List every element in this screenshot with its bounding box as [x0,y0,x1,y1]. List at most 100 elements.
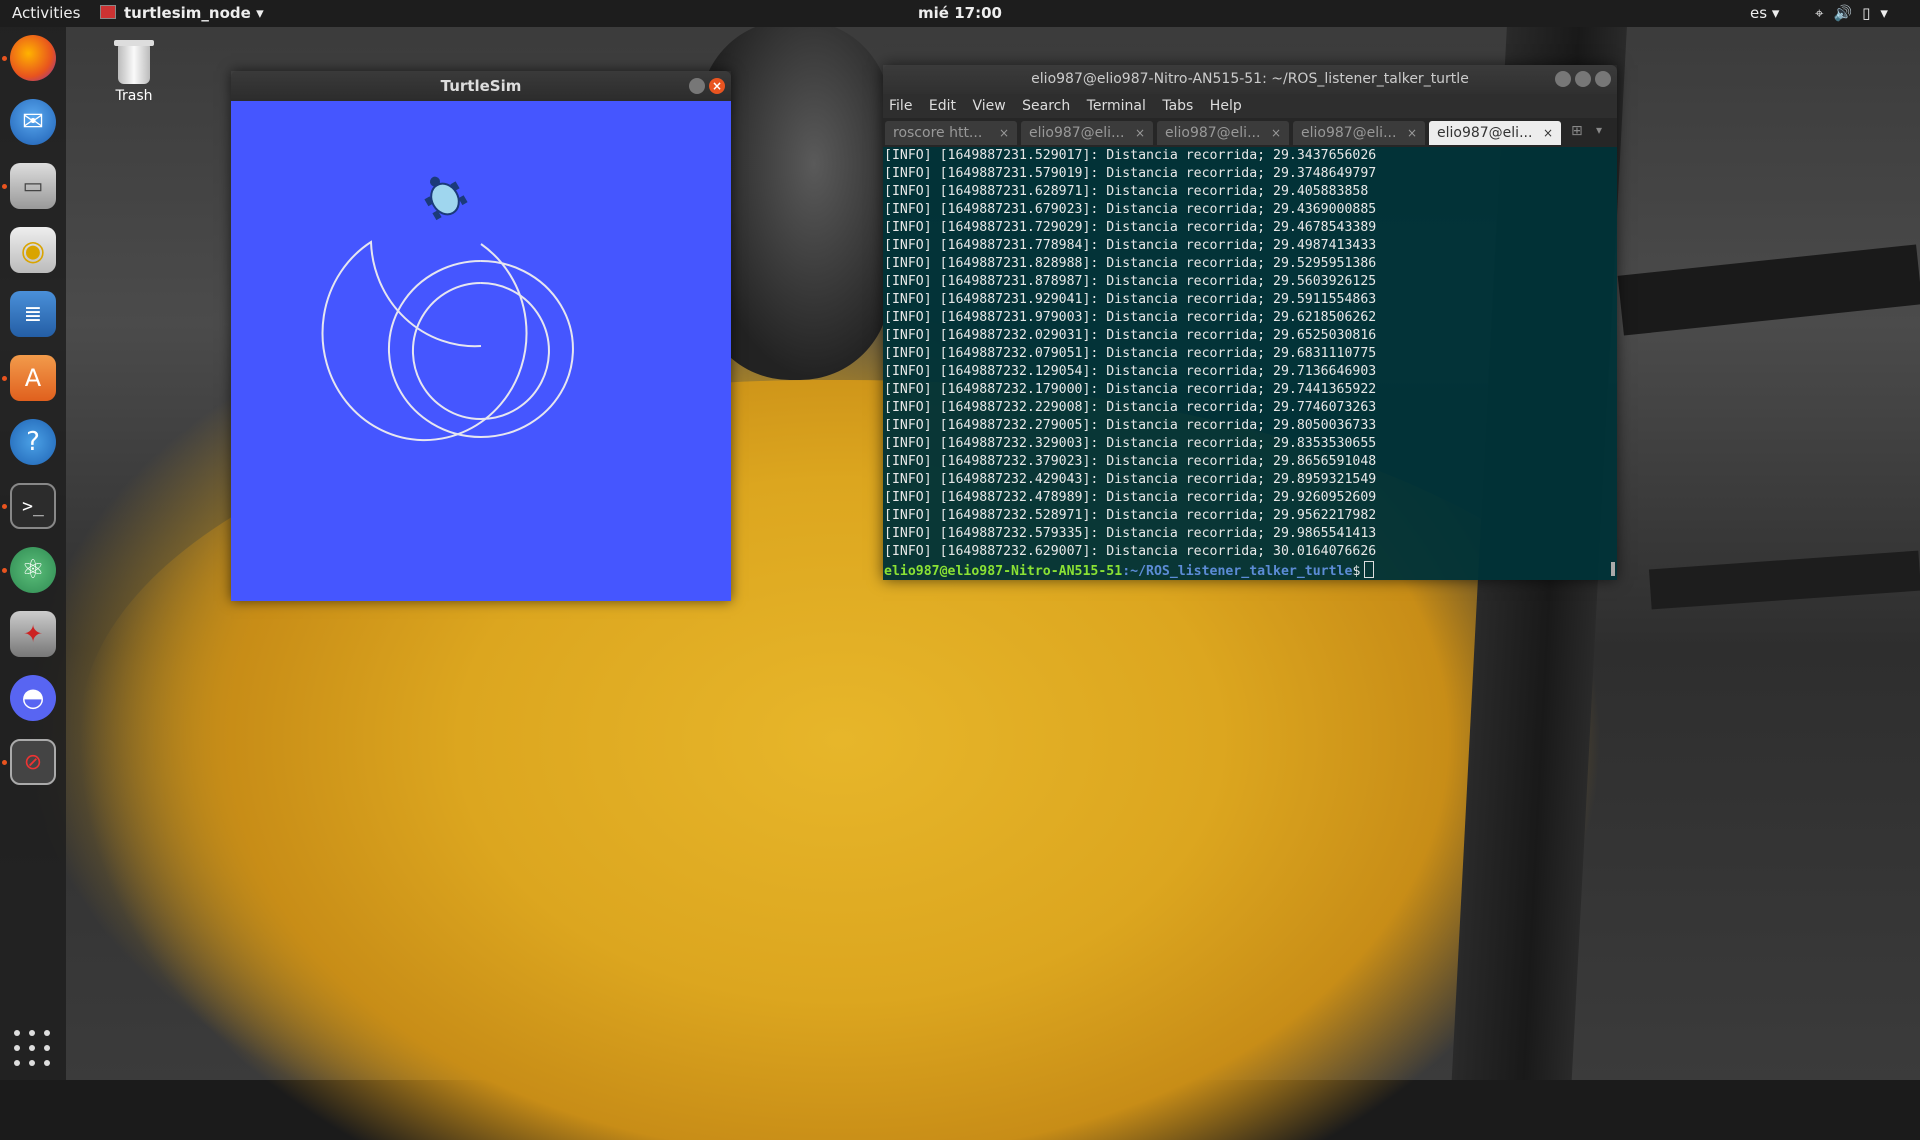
tab-label: elio987@eli... [1165,125,1261,141]
files-icon[interactable]: ▭ [10,163,56,209]
terminal-log-line: [INFO] [1649887232.029031]: Distancia re… [884,328,1377,343]
volume-icon: 🔊 [1833,4,1863,22]
tab-label: elio987@eli... [1029,125,1125,141]
terminal-title: elio987@elio987-Nitro-AN515-51: ~/ROS_li… [1031,71,1469,87]
rhythmbox-icon[interactable]: ◉ [10,227,56,273]
chevron-down-icon: ▾ [1880,4,1898,22]
running-indicator [2,184,7,189]
terminal-output[interactable]: [INFO] [1649887231.529017]: Distancia re… [883,147,1617,580]
menu-terminal[interactable]: Terminal [1087,98,1146,114]
software-center-icon[interactable]: A [10,355,56,401]
terminal-log-line: [INFO] [1649887232.129054]: Distancia re… [884,364,1377,379]
show-applications-button[interactable] [14,1030,52,1068]
battery-icon: ▯ [1862,4,1881,22]
desktop-trash[interactable]: Trash [108,40,160,104]
turtlesim-titlebar[interactable]: TurtleSim × [231,71,731,101]
system-settings-icon[interactable]: ✦ [10,611,56,657]
path-ring-inner [411,282,550,420]
terminal-log-line: [INFO] [1649887232.379023]: Distancia re… [884,454,1377,469]
network-icon: ⌖ [1815,4,1834,22]
terminal-log-line: [INFO] [1649887232.629007]: Distancia re… [884,544,1377,559]
wallpaper-stripe [1617,244,1920,336]
turtlesim-title: TurtleSim [440,77,522,95]
prompt-symbol: $ [1352,564,1361,579]
chevron-down-icon: ▾ [1771,4,1780,22]
terminal-tab[interactable]: elio987@eli... × [1157,121,1289,145]
tab-label: elio987@eli... [1437,125,1533,141]
running-indicator [2,56,7,61]
running-indicator [2,504,7,509]
clock[interactable]: mié 17:00 [0,4,1920,22]
atom-icon[interactable]: ⚛ [10,547,56,593]
terminal-window[interactable]: elio987@elio987-Nitro-AN515-51: ~/ROS_li… [883,65,1617,580]
close-button[interactable] [1595,71,1611,87]
firefox-icon[interactable] [10,35,56,81]
terminal-log-line: [INFO] [1649887232.528971]: Distancia re… [884,508,1377,523]
terminal-log-line: [INFO] [1649887231.878987]: Distancia re… [884,274,1377,289]
terminal-log-line: [INFO] [1649887231.628971]: Distancia re… [884,184,1369,199]
prompt-user: elio987@elio987-Nitro-AN515-51 [884,564,1123,579]
terminal-log-line: [INFO] [1649887232.279005]: Distancia re… [884,418,1377,433]
terminal-log-line: [INFO] [1649887231.828988]: Distancia re… [884,256,1377,271]
maximize-button[interactable] [1575,71,1591,87]
close-tab-icon[interactable]: × [999,121,1009,145]
terminal-log-line: [INFO] [1649887231.529017]: Distancia re… [884,148,1377,163]
terminal-log-line: [INFO] [1649887232.429043]: Distancia re… [884,472,1377,487]
terminal-log-line: [INFO] [1649887231.979003]: Distancia re… [884,310,1377,325]
terminal-log-line: [INFO] [1649887232.329003]: Distancia re… [884,436,1377,451]
terminal-icon[interactable]: >_ [10,483,56,529]
menu-file[interactable]: File [889,98,912,114]
menu-search[interactable]: Search [1022,98,1070,114]
running-indicator [2,568,7,573]
turtlesim-window[interactable]: TurtleSim × [231,71,731,601]
scrollbar[interactable] [1611,562,1615,576]
text-cursor [1364,561,1375,578]
terminal-log-line: [INFO] [1649887231.679023]: Distancia re… [884,202,1377,217]
running-indicator [2,376,7,381]
terminal-titlebar[interactable]: elio987@elio987-Nitro-AN515-51: ~/ROS_li… [883,65,1617,94]
terminal-lines: [INFO] [1649887231.529017]: Distancia re… [884,147,1617,561]
terminal-log-line: [INFO] [1649887231.579019]: Distancia re… [884,166,1377,181]
terminal-tab-bar: roscore htt... × elio987@eli... × elio987@… [883,118,1617,147]
terminal-tab-active[interactable]: elio987@eli... × [1429,121,1561,145]
discord-icon[interactable]: ◓ [10,675,56,721]
new-tab-icon[interactable]: ⊞ [1571,123,1583,139]
close-tab-icon[interactable]: × [1543,121,1553,145]
turtle-sprite [424,176,468,221]
terminal-tab[interactable]: roscore htt... × [885,121,1017,145]
menu-edit[interactable]: Edit [929,98,956,114]
terminal-log-line: [INFO] [1649887231.778984]: Distancia re… [884,238,1377,253]
terminal-log-line: [INFO] [1649887232.179000]: Distancia re… [884,382,1377,397]
menu-tabs[interactable]: Tabs [1162,98,1193,114]
minimize-button[interactable] [689,78,705,94]
turtle-path [321,176,574,442]
terminal-log-line: [INFO] [1649887232.079051]: Distancia re… [884,346,1377,361]
menu-help[interactable]: Help [1210,98,1242,114]
thunderbird-icon[interactable]: ✉ [10,99,56,145]
close-tab-icon[interactable]: × [1135,121,1145,145]
close-tab-icon[interactable]: × [1271,121,1281,145]
wallpaper-stripe [1648,550,1920,610]
tab-list-chevron-icon[interactable]: ▾ [1596,123,1602,137]
terminal-tab[interactable]: elio987@eli... × [1021,121,1153,145]
terminal-tab[interactable]: elio987@eli... × [1293,121,1425,145]
terminal-prompt[interactable]: elio987@elio987-Nitro-AN515-51:~/ROS_lis… [884,561,1617,580]
menu-view[interactable]: View [972,98,1005,114]
terminal-menubar: File Edit View Search Terminal Tabs Help [883,94,1617,118]
minimize-button[interactable] [1555,71,1571,87]
keyboard-layout-label: es [1750,4,1768,22]
system-tray[interactable]: ⌖🔊▯▾ [1815,4,1898,22]
close-tab-icon[interactable]: × [1407,121,1417,145]
running-indicator [2,760,7,765]
tab-label: elio987@eli... [1301,125,1397,141]
keyboard-layout-indicator[interactable]: es ▾ [1750,4,1779,22]
libreoffice-writer-icon[interactable]: ≣ [10,291,56,337]
close-button[interactable]: × [709,78,725,94]
turtlesim-canvas[interactable] [231,101,731,601]
terminal-log-line: [INFO] [1649887232.229008]: Distancia re… [884,400,1377,415]
top-bar: Activities turtlesim_node ▾ mié 17:00 es… [0,0,1920,27]
recording-app-icon[interactable]: ⊘ [10,739,56,785]
prompt-path: :~/ROS_listener_talker_turtle [1122,564,1353,579]
help-icon[interactable]: ? [10,419,56,465]
terminal-log-line: [INFO] [1649887231.929041]: Distancia re… [884,292,1377,307]
